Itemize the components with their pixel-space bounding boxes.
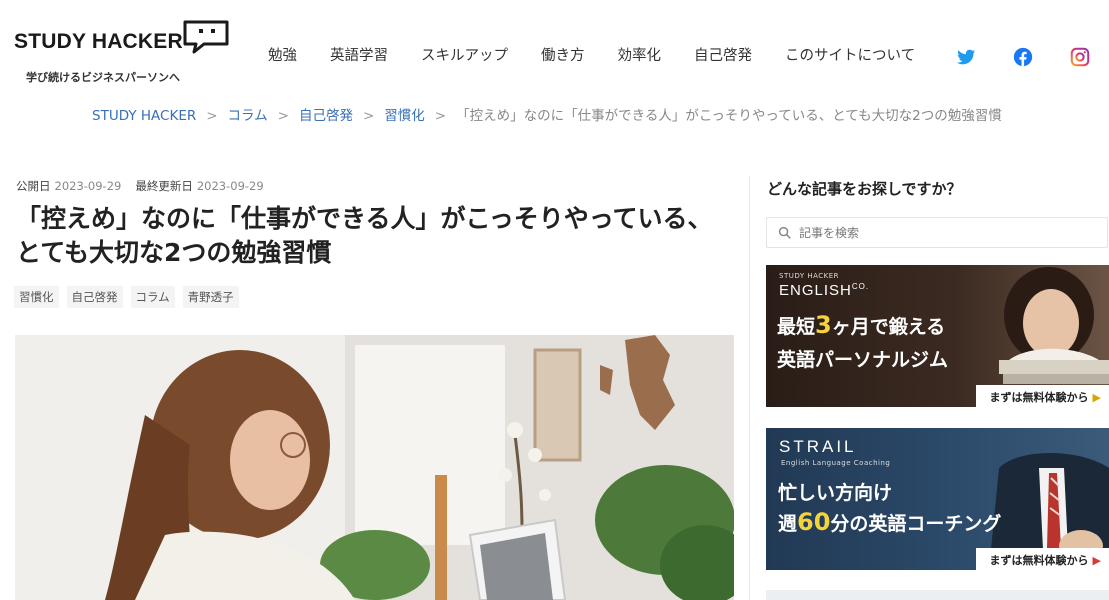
- ad2-brand: STRAIL: [779, 437, 857, 456]
- column-divider: [749, 176, 750, 600]
- nav-item-english[interactable]: 英語学習: [330, 44, 388, 65]
- article-tags: 習慣化 自己啓発 コラム 青野透子: [14, 286, 247, 308]
- hero-image: [15, 335, 734, 600]
- breadcrumb-separator: >: [277, 108, 289, 124]
- ad1-headline: 最短3ヶ月で鍛える: [777, 311, 945, 339]
- ad2-subheadline: 週60分の英語コーチング: [778, 508, 1001, 536]
- breadcrumb-habit[interactable]: 習慣化: [384, 108, 425, 124]
- nav-item-workstyle[interactable]: 働き方: [541, 44, 585, 65]
- ad2-subheadline-pre: 週: [778, 513, 798, 535]
- breadcrumb-separator: >: [434, 108, 447, 124]
- tag-self-development[interactable]: 自己啓発: [66, 286, 123, 308]
- search-box: [766, 217, 1108, 248]
- ad2-subheadline-num: 60: [797, 508, 831, 536]
- breadcrumb-home[interactable]: STUDY HACKER: [92, 108, 196, 124]
- sidebar-title: どんな記事をお探しですか？: [767, 180, 962, 198]
- article-title: 「控えめ」なのに「仕事ができる人」がこっそりやっている、とても大切な2つの勉強習…: [16, 204, 713, 267]
- ad1-small-logo: STUDY HACKER: [779, 272, 840, 280]
- updated-label: 最終更新日: [135, 179, 193, 193]
- published-label: 公開日: [16, 179, 51, 193]
- play-arrow-icon: ▶: [1092, 554, 1101, 567]
- ad1-brand-name: ENGLISH: [779, 282, 852, 299]
- breadcrumb-self-development[interactable]: 自己啓発: [299, 108, 353, 124]
- ad1-headline-pre: 最短: [777, 316, 816, 338]
- breadcrumb-current: 「控えめ」なのに「仕事ができる人」がこっそりやっている、とても大切な2つの勉強習…: [456, 108, 1002, 124]
- tag-author[interactable]: 青野透子: [182, 286, 239, 308]
- ad1-cta-label: まずは無料体験から: [989, 391, 1089, 404]
- updated-date: 2023-09-29: [196, 179, 264, 193]
- breadcrumb: STUDY HACKER > コラム > 自己啓発 > 習慣化 > 「控えめ」なのに「仕事ができ…: [92, 106, 1037, 126]
- facebook-icon[interactable]: [1012, 46, 1034, 68]
- ad2-cta[interactable]: まずは無料体験から ▶: [975, 548, 1109, 570]
- nav-item-self-development[interactable]: 自己啓発: [694, 44, 752, 65]
- ad1-headline-num: 3: [815, 311, 832, 339]
- tag-column[interactable]: コラム: [130, 286, 175, 308]
- nav-item-about[interactable]: このサイトについて: [785, 44, 915, 65]
- search-input[interactable]: [799, 225, 1099, 240]
- ad1-subheadline: 英語パーソナルジム: [777, 349, 949, 371]
- ad-banner-strail[interactable]: STRAIL English Language Coaching 忙しい方向け …: [766, 428, 1109, 570]
- ad2-subheadline-post: 分の英語コーチング: [830, 513, 1002, 535]
- ad-banner-partial[interactable]: [766, 590, 1109, 600]
- ad1-brand: ENGLISHCO.: [779, 282, 869, 299]
- ad1-headline-post: ヶ月で鍛える: [831, 316, 946, 338]
- search-icon: [778, 226, 791, 239]
- ad2-cta-label: まずは無料体験から: [989, 554, 1089, 567]
- ad1-cta[interactable]: まずは無料体験から ▶: [975, 385, 1109, 407]
- published-date: 2023-09-29: [54, 179, 122, 193]
- breadcrumb-column[interactable]: コラム: [228, 108, 268, 124]
- main-nav: 勉強 英語学習 スキルアップ 働き方 効率化 自己啓発 このサイトについて: [268, 44, 948, 65]
- ad2-headline: 忙しい方向け: [778, 482, 893, 504]
- ad-banner-english-company[interactable]: STUDY HACKER ENGLISHCO. 最短3ヶ月で鍛える 英語パーソナ…: [766, 265, 1109, 407]
- site-tagline: 学び続けるビジネスパーソンへ: [26, 71, 180, 84]
- ad1-brand-suffix: CO.: [851, 282, 870, 291]
- tag-habit[interactable]: 習慣化: [14, 286, 59, 308]
- breadcrumb-separator: >: [362, 108, 375, 124]
- play-arrow-icon: ▶: [1092, 391, 1101, 404]
- article-meta: 公開日 2023-09-29 最終更新日 2023-09-29: [16, 178, 278, 194]
- instagram-icon[interactable]: [1069, 46, 1091, 68]
- speech-bubble-icon: [183, 20, 229, 54]
- nav-item-skillup[interactable]: スキルアップ: [421, 44, 508, 65]
- breadcrumb-separator: >: [206, 108, 218, 124]
- twitter-icon[interactable]: [955, 46, 977, 68]
- ad2-small-text: English Language Coaching: [781, 459, 891, 467]
- site-logo[interactable]: STUDY HACKER 学び続けるビジネスパーソンへ: [14, 20, 229, 86]
- nav-item-study[interactable]: 勉強: [268, 44, 297, 65]
- nav-item-efficiency[interactable]: 効率化: [618, 44, 662, 65]
- logo-text: STUDY HACKER: [14, 30, 183, 53]
